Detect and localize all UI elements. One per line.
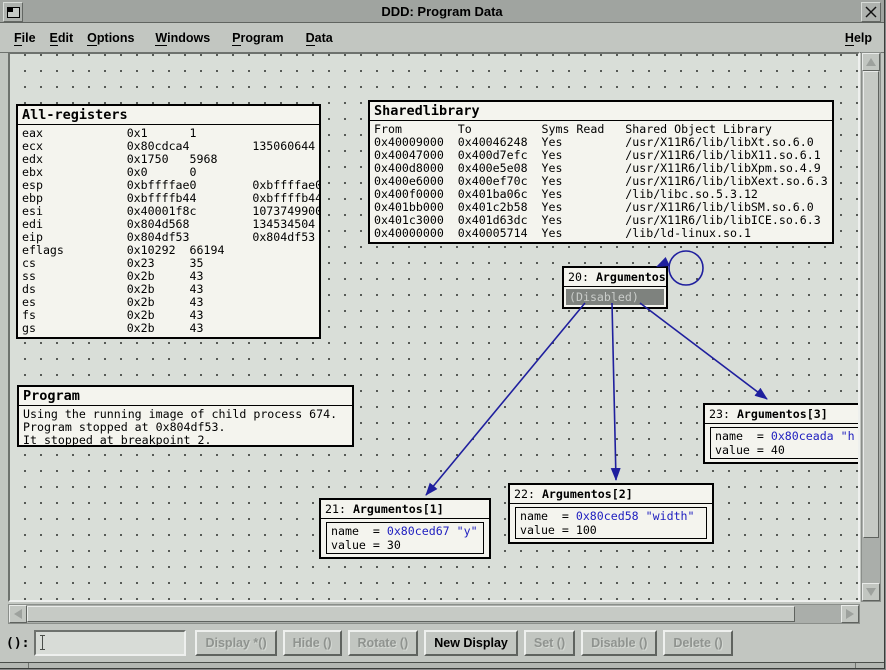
argument-label: ():: [6, 636, 29, 651]
data-canvas[interactable]: All-registers eax 0x1 1 ecx 0x80cdca4 13…: [10, 54, 858, 600]
arrow-down-icon: [866, 588, 876, 596]
menu-program[interactable]: Program: [230, 29, 285, 47]
arrow-up-icon: [866, 58, 876, 66]
display-deref-button[interactable]: Display *(): [195, 630, 276, 656]
rotate-button[interactable]: Rotate (): [348, 630, 419, 656]
member-name[interactable]: name = 0x80ced67 "y": [331, 524, 479, 538]
menu-windows[interactable]: Windows: [153, 29, 212, 47]
ddd-program-data-window: DDD: Program Data File Edit Options Wind…: [0, 0, 884, 668]
node-name: Argumentos[2]: [542, 487, 633, 501]
node-id: 20:: [568, 270, 589, 284]
node-members: name = 0x80ced67 "y" value = 30: [326, 522, 484, 554]
window-title: DDD: Program Data: [0, 4, 884, 19]
window-bottom-frame: [0, 662, 884, 668]
edge-20-to-23: [640, 303, 767, 399]
registers-table: eax 0x1 1 ecx 0x80cdca4 135060644 edx 0x…: [22, 127, 315, 335]
disable-button[interactable]: Disable (): [581, 630, 657, 656]
graph-node-23-argumentos-3[interactable]: 23: Argumentos[3] name = 0x80ceada "h va…: [703, 403, 858, 464]
edge-20-to-22: [612, 303, 616, 480]
new-display-button[interactable]: New Display: [424, 630, 518, 656]
menubar: File Edit Options Windows Program Data H…: [0, 23, 884, 53]
scroll-right-button[interactable]: [841, 605, 859, 623]
display-title: Program: [19, 387, 352, 406]
arrow-left-icon: [14, 609, 22, 619]
toolbar-buttons: Display *() Hide () Rotate () New Displa…: [195, 630, 732, 656]
argument-input[interactable]: [34, 630, 186, 656]
set-button[interactable]: Set (): [524, 630, 575, 656]
horizontal-scrollbar[interactable]: [8, 604, 860, 624]
node-name: Argumentos: [596, 270, 666, 284]
menu-file[interactable]: File: [12, 29, 38, 47]
node-members: name = 0x80ceada "h value = 40: [710, 427, 858, 459]
display-program-status[interactable]: Program Using the running image of child…: [17, 385, 354, 447]
hide-button[interactable]: Hide (): [283, 630, 342, 656]
program-status-text: Using the running image of child process…: [23, 408, 348, 447]
scroll-left-button[interactable]: [9, 605, 27, 623]
scroll-down-button[interactable]: [862, 583, 880, 601]
node-disabled-status[interactable]: (Disabled): [566, 289, 664, 305]
display-all-registers[interactable]: All-registers eax 0x1 1 ecx 0x80cdca4 13…: [16, 104, 321, 339]
vertical-scrollbar-thumb[interactable]: [863, 71, 879, 538]
member-value[interactable]: value = 40: [715, 443, 858, 457]
member-name[interactable]: name = 0x80ceada "h: [715, 429, 858, 443]
arrow-right-icon: [846, 609, 854, 619]
graph-node-20-argumentos[interactable]: 20: Argumentos (Disabled): [562, 266, 668, 309]
data-canvas-frame: All-registers eax 0x1 1 ecx 0x80cdca4 13…: [8, 52, 860, 602]
edge-20-to-21: [426, 303, 585, 495]
member-name[interactable]: name = 0x80ced58 "width": [520, 509, 702, 523]
node-id: 23:: [709, 407, 730, 421]
graph-node-22-argumentos-2[interactable]: 22: Argumentos[2] name = 0x80ced58 "widt…: [508, 483, 714, 544]
delete-button[interactable]: Delete (): [663, 630, 732, 656]
node-name: Argumentos[3]: [737, 407, 828, 421]
member-value[interactable]: value = 30: [331, 538, 479, 552]
node-id: 22:: [514, 487, 535, 501]
horizontal-scrollbar-thumb[interactable]: [27, 606, 795, 622]
menu-data[interactable]: Data: [304, 29, 335, 47]
menu-options[interactable]: Options: [85, 29, 136, 47]
vertical-scrollbar[interactable]: [861, 52, 881, 602]
node-id: 21:: [325, 502, 346, 516]
display-title: Sharedlibrary: [370, 102, 832, 121]
display-sharedlibrary[interactable]: Sharedlibrary From To Syms Read Shared O…: [368, 100, 834, 244]
edge-20-self-loop: [669, 251, 703, 285]
titlebar[interactable]: DDD: Program Data: [0, 0, 884, 23]
text-cursor: [42, 635, 43, 650]
graph-node-21-argumentos-1[interactable]: 21: Argumentos[1] name = 0x80ced67 "y" v…: [319, 498, 491, 559]
display-title: All-registers: [18, 106, 319, 125]
menu-edit[interactable]: Edit: [48, 29, 76, 47]
scroll-up-button[interactable]: [862, 53, 880, 71]
member-value[interactable]: value = 100: [520, 523, 702, 537]
close-icon: [865, 6, 877, 18]
argument-toolbar: (): Display *() Hide () Rotate () New Di…: [0, 624, 884, 662]
close-button[interactable]: [861, 2, 881, 22]
node-name: Argumentos[1]: [353, 502, 444, 516]
menu-help[interactable]: Help: [843, 29, 874, 47]
sharedlibrary-table: From To Syms Read Shared Object Library …: [374, 123, 828, 240]
node-members: name = 0x80ced58 "width" value = 100: [515, 507, 707, 539]
